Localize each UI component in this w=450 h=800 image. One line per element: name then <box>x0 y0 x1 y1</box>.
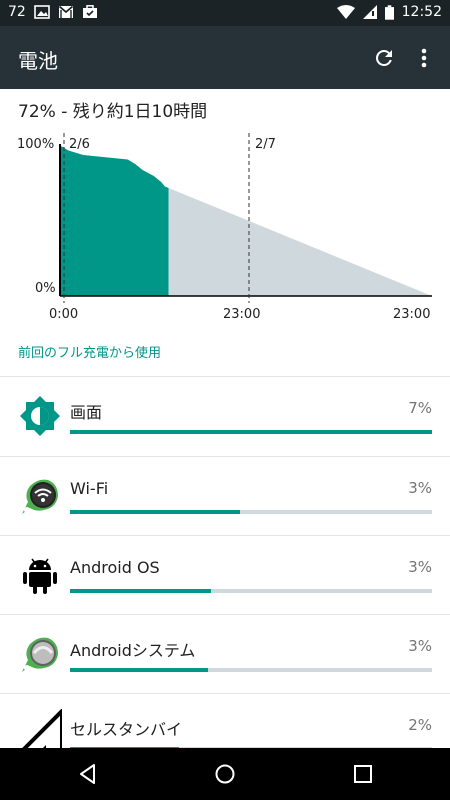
y-label-bottom: 0% <box>35 281 56 296</box>
refresh-icon[interactable] <box>372 46 396 70</box>
notification-count: 72 <box>8 4 26 20</box>
android-icon <box>23 558 57 594</box>
brightness-icon <box>20 396 60 436</box>
wifi-icon <box>336 5 355 19</box>
usage-bar-fill <box>70 589 212 593</box>
usage-item-percent: 3% <box>408 637 432 655</box>
usage-bar <box>70 510 432 514</box>
usage-item-label: Android OS <box>70 558 160 577</box>
battery-history-chart: 2/6 2/7 100% 0% 0:00 23:00 23:00 <box>0 128 450 328</box>
usage-item-android-os[interactable]: Android OS 3% <box>0 537 450 616</box>
x-tick-label-3: 23:00 <box>393 307 430 322</box>
usage-bar-fill <box>70 510 241 514</box>
status-bar: 72 12:52 <box>0 0 450 26</box>
briefcase-icon <box>82 5 97 18</box>
date-marker-label-2: 2/7 <box>255 137 276 152</box>
gmail-icon <box>58 5 73 18</box>
y-label-top: 100% <box>17 137 54 152</box>
cell-signal-icon <box>18 709 62 753</box>
app-bar: 電池 <box>0 26 450 89</box>
page-title: 電池 <box>18 49 58 73</box>
usage-bar-fill <box>70 430 432 434</box>
usage-item-percent: 3% <box>408 558 432 576</box>
x-tick-label-1: 0:00 <box>49 307 78 322</box>
x-tick-label-2: 23:00 <box>223 307 260 322</box>
usage-item-android-system[interactable]: Androidシステム 3% <box>0 616 450 695</box>
usage-item-label: Androidシステム <box>70 641 196 660</box>
date-marker-label-1: 2/6 <box>69 137 90 152</box>
back-icon[interactable] <box>76 762 100 786</box>
clock: 12:52 <box>401 4 442 20</box>
usage-bar <box>70 668 432 672</box>
recents-icon[interactable] <box>351 762 375 786</box>
battery-chart-svg: 2/6 2/7 100% 0% 0:00 23:00 23:00 <box>17 133 432 322</box>
battery-prediction-area <box>168 188 432 296</box>
wifi-app-icon <box>22 479 58 514</box>
navigation-bar <box>0 748 450 800</box>
usage-since-label: 前回のフル充電から使用 <box>18 346 162 361</box>
signal-icon <box>362 5 377 19</box>
usage-bar <box>70 430 432 434</box>
usage-item-label: セルスタンバイ <box>70 720 183 739</box>
divider <box>0 456 450 457</box>
battery-icon <box>384 4 394 20</box>
usage-bar-fill <box>70 668 208 672</box>
usage-item-percent: 2% <box>408 716 432 734</box>
usage-item-label: Wi-Fi <box>70 479 109 498</box>
usage-item-label: 画面 <box>70 403 103 422</box>
image-icon <box>34 5 50 19</box>
more-vert-icon[interactable] <box>414 46 434 70</box>
usage-item-percent: 3% <box>408 479 432 497</box>
home-icon[interactable] <box>213 762 237 786</box>
battery-history-area <box>61 146 169 296</box>
divider <box>0 614 450 615</box>
battery-summary: 72% - 残り約1日10時間 <box>18 102 208 122</box>
divider <box>0 693 450 694</box>
usage-item-screen[interactable]: 画面 7% <box>0 378 450 457</box>
usage-item-percent: 7% <box>408 399 432 417</box>
usage-bar <box>70 589 432 593</box>
divider <box>0 535 450 536</box>
divider <box>0 376 450 377</box>
android-system-icon <box>22 637 58 672</box>
usage-item-wifi[interactable]: Wi-Fi 3% <box>0 458 450 537</box>
